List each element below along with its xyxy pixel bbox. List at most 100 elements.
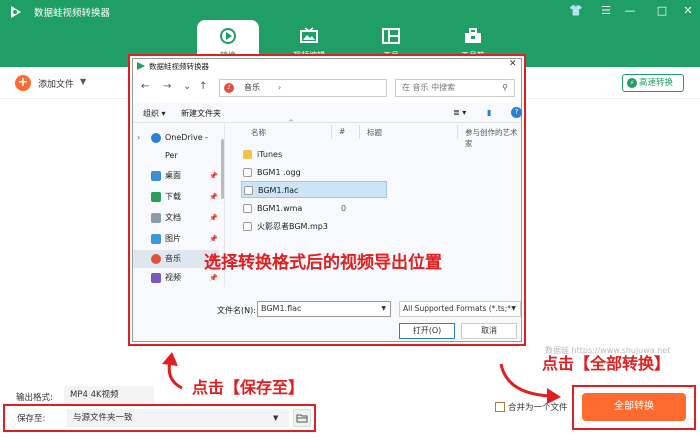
dialog-bottom-pane: 文件名(N): BGM1.flac ▼ All Supported Format…	[133, 295, 521, 343]
overlay-annotation: 选择转换格式后的视频导出位置	[204, 253, 442, 273]
convert-all-button[interactable]: 全部转换	[582, 393, 686, 421]
column-divider[interactable]	[359, 125, 360, 139]
app-window: 数据蛙视频转换器 👕 ☰ — □ ✕ 转换 视频编辑 工具 工具箱 + 添加文件…	[0, 0, 700, 441]
nav-item-documents[interactable]: 文档 📌	[133, 209, 219, 227]
shirt-icon[interactable]: 👕	[568, 3, 584, 19]
column-divider[interactable]	[331, 125, 332, 139]
pin-icon: 📌	[209, 214, 218, 222]
nav-item-pictures[interactable]: 图片 📌	[133, 230, 219, 248]
folder-icon	[243, 150, 252, 159]
nav-item-label: 下载	[165, 192, 181, 201]
dialog-highlight: 数据蛙视频转换器 ✕ ← → ⌄ ↑ ♪ 音乐 › ⌄ ↻ 在 音乐 中搜索 ⚲	[128, 54, 526, 346]
search-input[interactable]: 在 音乐 中搜索 ⚲	[395, 79, 515, 97]
add-file-icon[interactable]: +	[15, 75, 31, 91]
app-logo-icon	[11, 6, 21, 18]
save-to-select[interactable]: 与源文件夹一致	[67, 409, 289, 427]
maximize-button[interactable]: □	[654, 3, 670, 19]
nav-item-label: 视频	[165, 273, 181, 282]
file-row[interactable]: BGM1.wma 0	[241, 200, 387, 217]
chevron-right-icon[interactable]: ›	[278, 80, 281, 96]
audio-file-icon	[244, 186, 253, 195]
high-speed-button[interactable]: ⚡ 高速转换	[622, 74, 684, 92]
filename-value: BGM1.flac	[261, 304, 302, 313]
dialog-nav-bar: ← → ⌄ ↑ ♪ 音乐 › ⌄ ↻ 在 音乐 中搜索 ⚲	[133, 73, 521, 103]
nav-item-onedrive[interactable]: › OneDrive - Per	[133, 129, 219, 160]
close-button[interactable]: ✕	[680, 3, 696, 19]
column-divider[interactable]	[457, 125, 458, 139]
file-name: BGM1.flac	[258, 186, 299, 195]
nav-item-label: 文档	[165, 213, 181, 222]
cloud-icon	[151, 133, 161, 143]
file-row[interactable]: iTunes	[241, 146, 387, 163]
filetype-select[interactable]: All Supported Formats (*.ts;* ▼	[399, 301, 521, 317]
search-icon: ⚲	[502, 83, 508, 92]
save-arrow-icon	[162, 352, 183, 390]
column-header-title[interactable]: 标题	[367, 127, 382, 138]
chevron-right-icon[interactable]: ›	[137, 129, 140, 147]
forward-icon[interactable]: →	[163, 81, 171, 92]
add-file-dropdown[interactable]: ▼	[80, 77, 86, 86]
history-chevron-icon[interactable]: ⌄	[183, 81, 191, 92]
nav-item-downloads[interactable]: 下载 📌	[133, 188, 219, 206]
browse-folder-button[interactable]	[293, 409, 311, 427]
convert-all-highlight: 全部转换	[572, 385, 696, 430]
file-row[interactable]: 火影忍者BGM.mp3	[241, 218, 387, 235]
audio-file-icon	[243, 168, 252, 177]
sort-arrow-icon: ^	[288, 119, 294, 127]
save-to-label: 保存至:	[17, 414, 46, 424]
music-folder-icon: ♪	[224, 83, 234, 93]
dialog-title-bar: 数据蛙视频转换器 ✕	[133, 59, 521, 73]
view-menu-icon[interactable]: ≣ ▾	[453, 108, 466, 117]
file-row[interactable]: BGM1 .ogg	[241, 164, 387, 181]
minimize-button[interactable]: —	[622, 3, 638, 19]
address-bar[interactable]: ♪ 音乐 › ⌄ ↻	[219, 79, 464, 97]
open-button[interactable]: 打开(O)	[399, 323, 455, 339]
nav-item-desktop[interactable]: 桌面 📌	[133, 167, 219, 185]
nav-item-label: 图片	[165, 234, 181, 243]
document-icon	[151, 213, 161, 223]
nav-item-label: 音乐	[165, 254, 181, 263]
filename-label: 文件名(N):	[217, 306, 256, 315]
layout-icon	[382, 28, 400, 44]
column-header-number[interactable]: #	[339, 127, 345, 136]
lightning-icon: ⚡	[627, 78, 637, 88]
new-folder-button[interactable]: 新建文件夹	[181, 108, 221, 119]
help-icon[interactable]: ?	[511, 107, 522, 118]
organize-button[interactable]: 组织 ▾	[143, 108, 166, 119]
file-row-selected[interactable]: BGM1.flac	[241, 181, 387, 198]
music-icon	[151, 254, 161, 264]
pin-icon: 📌	[209, 235, 218, 243]
desktop-icon	[151, 171, 161, 181]
chevron-down-icon[interactable]: ▼	[273, 409, 278, 427]
file-dialog: 数据蛙视频转换器 ✕ ← → ⌄ ↑ ♪ 音乐 › ⌄ ↻ 在 音乐 中搜索 ⚲	[132, 58, 522, 342]
cancel-button[interactable]: 取消	[461, 323, 517, 339]
audio-file-icon	[243, 222, 252, 231]
filename-input[interactable]: BGM1.flac ▼	[257, 301, 391, 317]
add-file-button[interactable]: 添加文件	[38, 77, 74, 90]
audio-file-icon	[243, 204, 252, 213]
column-header-artist[interactable]: 参与创作的艺术家	[465, 127, 521, 149]
picture-icon	[151, 234, 161, 244]
file-name: BGM1 .ogg	[257, 168, 301, 177]
dialog-command-bar: 组织 ▾ 新建文件夹 ≣ ▾ ▮ ?	[133, 103, 522, 123]
back-icon[interactable]: ←	[141, 81, 149, 92]
video-icon	[151, 273, 161, 283]
file-name: iTunes	[257, 150, 283, 159]
up-icon[interactable]: ↑	[199, 81, 207, 92]
convert-icon	[220, 28, 236, 44]
chevron-down-icon[interactable]: ▼	[381, 302, 386, 316]
pin-icon: 📌	[209, 172, 218, 180]
navigation-scrollbar[interactable]	[221, 139, 224, 199]
preview-pane-icon[interactable]: ▮	[487, 108, 491, 117]
dialog-close-button[interactable]: ✕	[509, 59, 517, 69]
filetype-value: All Supported Formats (*.ts;*	[403, 304, 511, 313]
search-placeholder: 在 音乐 中搜索	[402, 83, 456, 92]
menu-icon[interactable]: ☰	[598, 3, 614, 19]
file-name: BGM1.wma	[257, 204, 303, 213]
nav-item-label: OneDrive - Per	[165, 133, 209, 160]
column-header-name[interactable]: 名称	[251, 127, 266, 138]
tv-icon	[300, 27, 318, 43]
chevron-down-icon[interactable]: ▼	[511, 302, 516, 316]
address-text: 音乐	[244, 83, 260, 92]
save-to-highlight: 保存至: 与源文件夹一致 ▼	[3, 404, 316, 432]
